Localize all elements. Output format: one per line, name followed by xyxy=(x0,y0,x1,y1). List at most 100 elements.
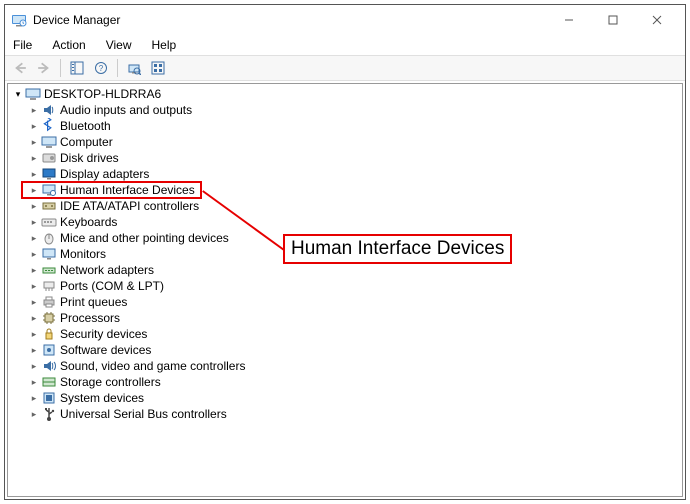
sound-icon xyxy=(41,358,57,374)
audio-icon xyxy=(41,102,57,118)
maximize-button[interactable] xyxy=(591,6,635,34)
tree-category-row[interactable]: ▸Keyboards xyxy=(24,214,682,230)
chevron-right-icon[interactable]: ▸ xyxy=(28,310,40,326)
tree-category-label: Universal Serial Bus controllers xyxy=(60,406,227,422)
port-icon xyxy=(41,278,57,294)
menu-action[interactable]: Action xyxy=(48,37,89,53)
disk-icon xyxy=(41,150,57,166)
tree-root-label: DESKTOP-HLDRRA6 xyxy=(44,86,161,102)
chevron-right-icon[interactable]: ▸ xyxy=(28,182,40,198)
tree-category-label: Network adapters xyxy=(60,262,154,278)
usb-icon xyxy=(41,406,57,422)
chevron-right-icon[interactable]: ▸ xyxy=(28,102,40,118)
tree-category-label: IDE ATA/ATAPI controllers xyxy=(60,198,199,214)
tree-category-row[interactable]: ▸ Computer xyxy=(24,134,682,150)
minimize-button[interactable] xyxy=(547,6,591,34)
printer-icon xyxy=(41,294,57,310)
network-icon xyxy=(41,262,57,278)
cpu-icon xyxy=(41,310,57,326)
ide-icon xyxy=(41,198,57,214)
tree-category-row[interactable]: ▸ Human Interface Devices xyxy=(24,182,682,198)
chevron-right-icon[interactable]: ▸ xyxy=(28,262,40,278)
device-manager-window: Device Manager File Action View Help ? ▾… xyxy=(4,4,686,500)
menu-help[interactable]: Help xyxy=(148,37,181,53)
chevron-right-icon[interactable]: ▸ xyxy=(28,230,40,246)
tree-category-label: System devices xyxy=(60,390,144,406)
tree-category-label: Sound, video and game controllers xyxy=(60,358,245,374)
menu-view[interactable]: View xyxy=(102,37,136,53)
app-icon xyxy=(11,12,27,28)
tree-category-label: Ports (COM & LPT) xyxy=(60,278,164,294)
tree-category-row[interactable]: ▸ Disk drives xyxy=(24,150,682,166)
back-button[interactable] xyxy=(9,57,31,79)
chevron-right-icon[interactable]: ▸ xyxy=(28,406,40,422)
tree-category-label: Mice and other pointing devices xyxy=(60,230,229,246)
display-icon xyxy=(41,166,57,182)
scan-hardware-button[interactable] xyxy=(123,57,145,79)
forward-button[interactable] xyxy=(33,57,55,79)
tree-category-label: Human Interface Devices xyxy=(60,182,195,198)
chevron-right-icon[interactable]: ▸ xyxy=(28,294,40,310)
tree-root-row[interactable]: ▾ DESKTOP-HLDRRA6 xyxy=(8,86,682,102)
svg-text:?: ? xyxy=(99,64,104,73)
chevron-down-icon[interactable]: ▾ xyxy=(12,86,24,102)
chevron-right-icon[interactable]: ▸ xyxy=(28,118,40,134)
window-title: Device Manager xyxy=(33,13,120,27)
tree-category-label: Security devices xyxy=(60,326,147,342)
tree-category-row[interactable]: ▸ Display adapters xyxy=(24,166,682,182)
tree-category-label: Computer xyxy=(60,134,113,150)
chevron-right-icon[interactable]: ▸ xyxy=(28,374,40,390)
chevron-right-icon[interactable]: ▸ xyxy=(28,390,40,406)
toolbar: ? xyxy=(5,55,685,81)
tree-category-row[interactable]: ▸ Ports (COM & LPT) xyxy=(24,278,682,294)
bluetooth-icon xyxy=(41,118,57,134)
device-tree[interactable]: ▾ DESKTOP-HLDRRA6 ▸ Audio inputs and outp… xyxy=(7,83,683,497)
chevron-right-icon[interactable]: ▸ xyxy=(28,150,40,166)
tree-category-row[interactable]: ▸ Print queues xyxy=(24,294,682,310)
callout-label: Human Interface Devices xyxy=(283,234,512,264)
software-icon xyxy=(41,342,57,358)
tree-category-row[interactable]: ▸ Security devices xyxy=(24,326,682,342)
menubar: File Action View Help xyxy=(5,35,685,55)
tree-category-row[interactable]: ▸ Network adapters xyxy=(24,262,682,278)
chevron-right-icon[interactable]: ▸ xyxy=(28,278,40,294)
scan-icon-button[interactable] xyxy=(147,57,169,79)
chevron-right-icon[interactable]: ▸ xyxy=(28,342,40,358)
chevron-right-icon[interactable]: ▸ xyxy=(28,326,40,342)
tree-category-row[interactable]: ▸ Bluetooth xyxy=(24,118,682,134)
tree-category-label: Display adapters xyxy=(60,166,149,182)
tree-category-label: Processors xyxy=(60,310,120,326)
tree-category-label: Storage controllers xyxy=(60,374,161,390)
chevron-right-icon[interactable]: ▸ xyxy=(28,214,40,230)
tree-category-label: Audio inputs and outputs xyxy=(60,102,192,118)
tree-category-label: Disk drives xyxy=(60,150,119,166)
tree-category-label: Print queues xyxy=(60,294,127,310)
tree-category-label: Bluetooth xyxy=(60,118,111,134)
menu-file[interactable]: File xyxy=(9,37,36,53)
chevron-right-icon[interactable]: ▸ xyxy=(28,166,40,182)
system-icon xyxy=(41,390,57,406)
chevron-right-icon[interactable]: ▸ xyxy=(28,198,40,214)
show-hide-console-tree-button[interactable] xyxy=(66,57,88,79)
tree-category-label: Software devices xyxy=(60,342,151,358)
close-button[interactable] xyxy=(635,6,679,34)
tree-category-label: Monitors xyxy=(60,246,106,262)
titlebar: Device Manager xyxy=(5,5,685,35)
tree-category-row[interactable]: ▸ IDE ATA/ATAPI controllers xyxy=(24,198,682,214)
keyboard-icon xyxy=(41,214,57,230)
tree-category-row[interactable]: ▸ Software devices xyxy=(24,342,682,358)
tree-category-row[interactable]: ▸ Storage controllers xyxy=(24,374,682,390)
help-button[interactable]: ? xyxy=(90,57,112,79)
tree-category-row[interactable]: ▸ Processors xyxy=(24,310,682,326)
tree-category-row[interactable]: ▸ Audio inputs and outputs xyxy=(24,102,682,118)
chevron-right-icon[interactable]: ▸ xyxy=(28,134,40,150)
tree-category-row[interactable]: ▸ Sound, video and game controllers xyxy=(24,358,682,374)
tree-category-row[interactable]: ▸ System devices xyxy=(24,390,682,406)
chevron-right-icon[interactable]: ▸ xyxy=(28,246,40,262)
computer-icon xyxy=(25,86,41,102)
tree-category-row[interactable]: ▸ Universal Serial Bus controllers xyxy=(24,406,682,422)
computer-icon xyxy=(41,134,57,150)
chevron-right-icon[interactable]: ▸ xyxy=(28,358,40,374)
monitor-icon xyxy=(41,246,57,262)
storage-icon xyxy=(41,374,57,390)
